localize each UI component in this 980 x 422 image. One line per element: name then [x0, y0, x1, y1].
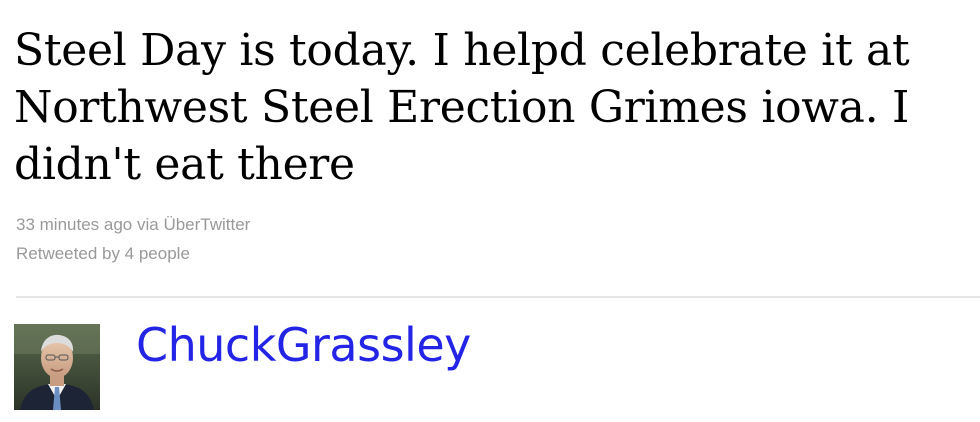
tweet-timestamp-link[interactable]: 33 minutes ago — [16, 215, 132, 234]
via-label: via — [132, 215, 164, 234]
retweet-count-label: Retweeted by 4 people — [16, 244, 190, 263]
author-screen-name-link[interactable]: ChuckGrassley — [136, 318, 471, 372]
avatar-photo-icon — [14, 324, 100, 410]
tweet-meta: 33 minutes ago via ÜberTwitter — [16, 215, 250, 235]
client-link[interactable]: ÜberTwitter — [163, 215, 250, 234]
divider — [16, 296, 980, 298]
tweet-text: Steel Day is today. I helpd celebrate it… — [14, 25, 910, 190]
avatar[interactable] — [14, 324, 100, 410]
retweet-count[interactable]: Retweeted by 4 people — [16, 244, 190, 264]
